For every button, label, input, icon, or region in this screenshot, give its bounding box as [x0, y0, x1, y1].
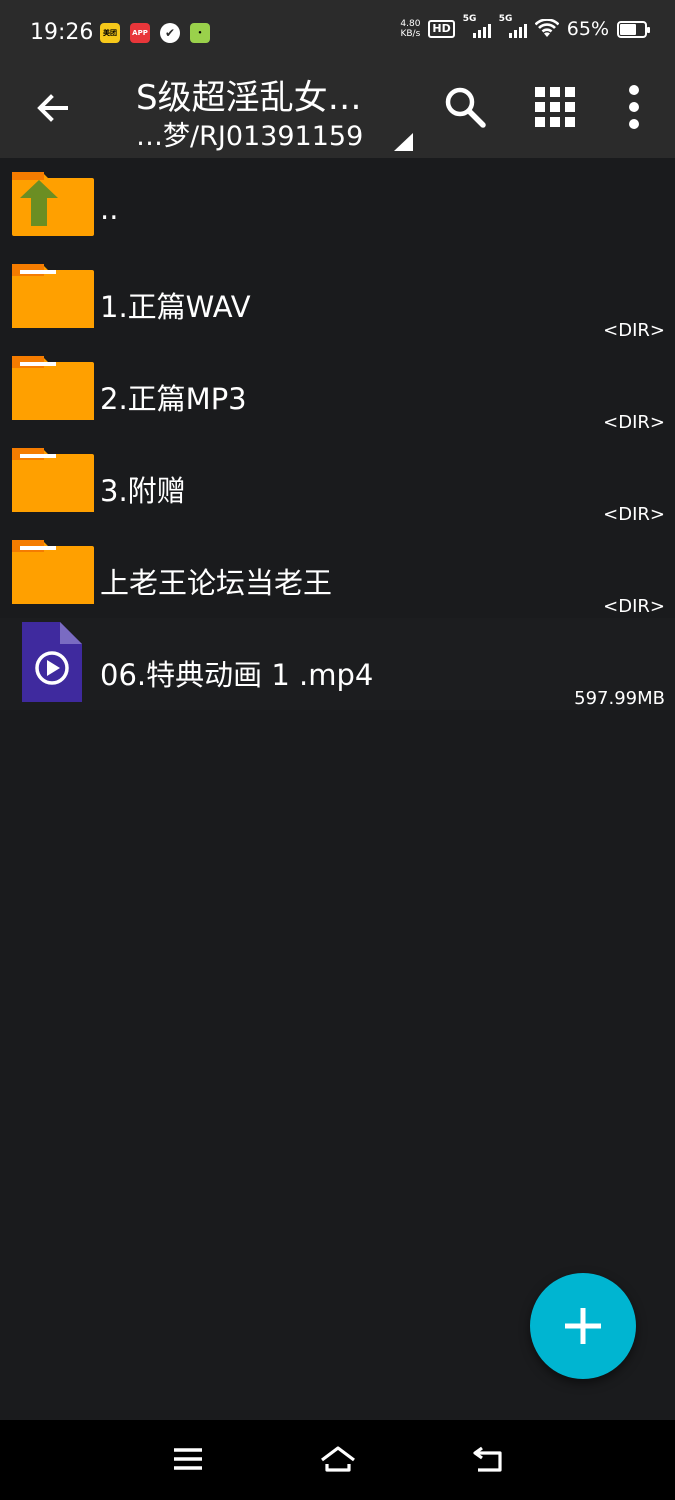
app-green-icon: • [190, 23, 210, 43]
list-item-folder[interactable]: 3.附赠 <DIR> [0, 434, 675, 526]
wifi-icon [534, 19, 559, 37]
hd-icon: HD [428, 20, 455, 38]
app-bar: S级超淫乱女… …梦/RJ01391159 [0, 68, 675, 158]
folder-icon [12, 356, 94, 420]
net-speed-value: 4.80 [400, 19, 421, 29]
more-vert-icon[interactable] [618, 84, 650, 130]
folder-up-icon [12, 172, 94, 236]
search-icon[interactable] [442, 84, 488, 130]
back-arrow-icon[interactable] [30, 85, 76, 131]
file-name: 1.正篇WAV [100, 290, 251, 324]
home-icon[interactable] [318, 1442, 358, 1476]
back-icon[interactable] [468, 1442, 508, 1476]
page-title: S级超淫乱女… [136, 78, 362, 118]
file-name: .. [100, 192, 119, 226]
dropdown-triangle-icon[interactable] [392, 132, 414, 152]
add-button[interactable] [530, 1273, 636, 1379]
notification-icons: 美团 APP ✔ • [100, 23, 210, 43]
list-item-folder[interactable]: 1.正篇WAV <DIR> [0, 250, 675, 342]
file-meta: <DIR> [603, 412, 665, 433]
path-subtitle[interactable]: …梦/RJ01391159 [136, 114, 363, 153]
net-speed: 4.80 KB/s [400, 19, 420, 39]
folder-icon [12, 264, 94, 328]
system-nav-bar [0, 1420, 675, 1500]
meituan-icon: 美团 [100, 23, 120, 43]
folder-icon [12, 540, 94, 604]
file-meta: <DIR> [603, 504, 665, 525]
file-size: 597.99MB [574, 688, 665, 709]
status-bar: 19:26 美团 APP ✔ • 4.80 KB/s HD 5G 5G 65% [0, 0, 675, 68]
status-indicators: 4.80 KB/s HD 5G 5G 65% [400, 14, 650, 40]
net-speed-unit: KB/s [400, 29, 421, 39]
check-icon: ✔ [160, 23, 180, 43]
signal-icon: 5G [499, 14, 527, 38]
signal-icon: 5G [463, 14, 491, 38]
video-file-icon [22, 622, 82, 702]
file-name: 上老王论坛当老王 [100, 566, 333, 600]
signal-label: 5G [498, 14, 513, 24]
file-name: 3.附赠 [100, 474, 186, 508]
file-name: 2.正篇MP3 [100, 382, 247, 416]
status-time: 19:26 [30, 20, 94, 45]
app-red-icon: APP [130, 23, 150, 43]
file-meta: <DIR> [603, 320, 665, 341]
list-item-parent-dir[interactable]: .. [0, 158, 675, 250]
grid-view-icon[interactable] [533, 85, 577, 129]
file-name: 06.特典动画 1 .mp4 [100, 658, 374, 692]
battery-icon [617, 20, 650, 38]
battery-percent: 65% [566, 18, 609, 40]
list-item-folder[interactable]: 上老王论坛当老王 <DIR> [0, 526, 675, 618]
file-meta: <DIR> [603, 596, 665, 617]
folder-icon [12, 448, 94, 512]
signal-label: 5G [462, 14, 477, 24]
menu-icon[interactable] [168, 1442, 208, 1476]
list-item-folder[interactable]: 2.正篇MP3 <DIR> [0, 342, 675, 434]
battery-fill [620, 23, 636, 35]
plus-icon [565, 1308, 601, 1344]
list-item-file[interactable]: 06.特典动画 1 .mp4 597.99MB [0, 618, 675, 710]
